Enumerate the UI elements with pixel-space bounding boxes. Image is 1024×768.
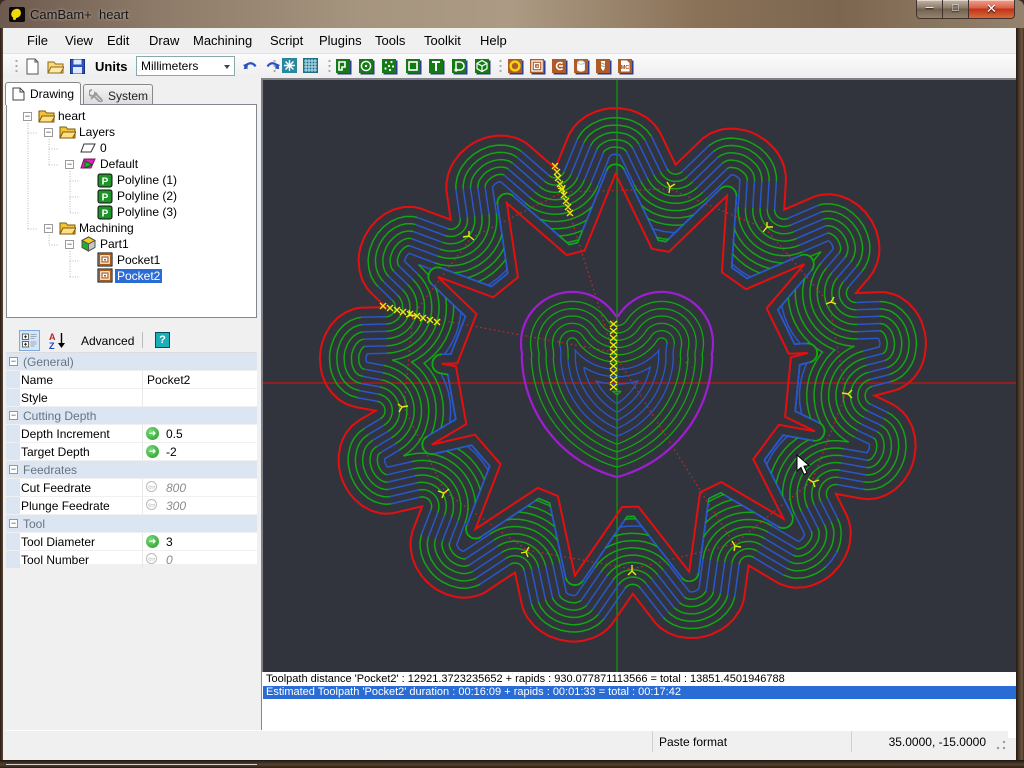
svg-text:MC: MC [621, 65, 630, 71]
svg-text:P: P [102, 177, 109, 188]
svg-text:P: P [102, 193, 109, 204]
svg-text:P: P [102, 209, 109, 220]
svg-text:Z: Z [49, 341, 55, 350]
